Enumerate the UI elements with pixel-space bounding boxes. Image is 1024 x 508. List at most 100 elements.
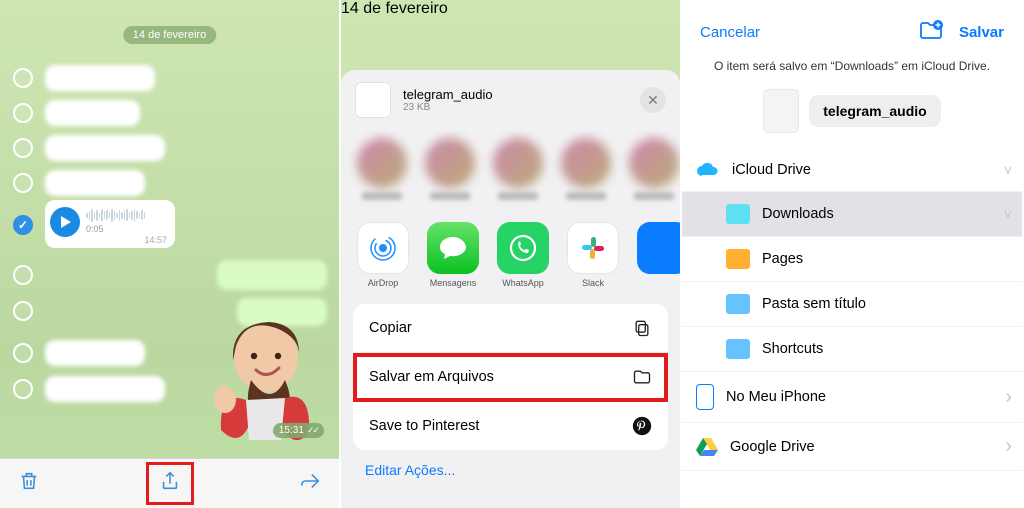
select-radio[interactable] [13,343,33,363]
date-pill: 14 de fevereiro [123,26,216,44]
chevron-right-icon [1005,435,1012,458]
edit-actions-link[interactable]: Editar Ações... [341,450,680,496]
iphone-icon [696,384,714,410]
folder-icon [726,204,750,224]
selection-toolbar [0,458,339,508]
app-more[interactable] [637,222,680,288]
location-downloads[interactable]: Downloads [682,192,1022,237]
voice-duration: 0:05 [86,224,167,234]
cancel-button[interactable]: Cancelar [700,24,760,41]
location-untitled-folder[interactable]: Pasta sem título [682,282,1022,327]
location-label: No Meu iPhone [726,389,826,405]
action-label: Save to Pinterest [369,418,479,434]
icloud-icon [696,161,720,179]
message-time: 14:57 [144,235,167,245]
messages-icon [427,222,479,274]
date-pill: 14 de fevereiro [341,0,680,18]
app-icon-partial [637,222,680,274]
file-name: telegram_audio [403,87,628,102]
folder-icon [726,294,750,314]
folder-icon [632,367,652,387]
play-icon [60,216,72,228]
location-shortcuts[interactable]: Shortcuts [682,327,1022,372]
google-drive-icon [696,437,718,457]
close-button[interactable]: ✕ [640,87,666,113]
app-label: Mensagens [430,278,477,288]
app-label: Slack [582,278,604,288]
location-label: Pasta sem título [762,296,866,312]
save-description: O item será salvo em “Downloads” em iClo… [682,53,1022,79]
select-radio[interactable] [13,68,33,88]
select-radio-checked[interactable] [13,215,33,235]
action-save-to-files[interactable]: Salvar em Arquivos [353,353,668,402]
select-radio[interactable] [13,301,33,321]
msg-bubble-blurred[interactable] [45,340,145,366]
select-radio[interactable] [13,138,33,158]
folder-icon [726,249,750,269]
save-button[interactable]: Salvar [959,24,1004,41]
slack-icon [567,222,619,274]
msg-bubble-blurred[interactable] [45,376,165,402]
msg-bubble-blurred[interactable] [45,100,140,126]
forward-button[interactable] [299,470,321,497]
share-contact[interactable] [493,138,543,200]
filename-input[interactable]: telegram_audio [809,95,940,127]
location-google-drive[interactable]: Google Drive [682,423,1022,471]
app-slack[interactable]: Slack [567,222,619,288]
action-save-pinterest[interactable]: Save to Pinterest [353,402,668,450]
outgoing-time-badge: 15:31 [273,423,324,438]
waveform: 0:05 [86,205,167,234]
share-sheet: telegram_audio 23 KB ✕ AirDrop [341,70,680,508]
folder-icon [726,339,750,359]
share-contact[interactable] [561,138,611,200]
apps-row: AirDrop Mensagens WhatsApp [341,212,680,294]
app-messages[interactable]: Mensagens [427,222,479,288]
msg-bubble-blurred[interactable] [45,170,145,196]
app-airdrop[interactable]: AirDrop [357,222,409,288]
voice-message-bubble[interactable]: 0:05 14:57 [45,200,175,248]
select-radio[interactable] [13,265,33,285]
file-size: 23 KB [403,102,628,113]
location-label: iCloud Drive [732,162,811,178]
telegram-chat-panel: 14 de fevereiro 0:05 [0,0,341,508]
whatsapp-icon [497,222,549,274]
select-radio[interactable] [13,173,33,193]
msg-bubble-blurred[interactable] [45,135,165,161]
new-folder-icon [919,20,943,40]
app-label: WhatsApp [502,278,544,288]
action-label: Copiar [369,320,412,336]
location-icloud-drive[interactable]: iCloud Drive [682,149,1022,192]
app-whatsapp[interactable]: WhatsApp [497,222,549,288]
trash-icon [18,470,40,492]
select-radio[interactable] [13,103,33,123]
new-folder-button[interactable] [919,20,943,45]
location-pages[interactable]: Pages [682,237,1022,282]
chevron-down-icon [1004,206,1012,222]
chevron-right-icon [1005,386,1012,409]
share-sheet-panel: 14 de fevereiro telegram_audio 23 KB ✕ [341,0,682,508]
chevron-down-icon [1004,162,1012,178]
action-copy[interactable]: Copiar [353,304,668,353]
copy-icon [632,318,652,338]
save-dialog-header: Cancelar Salvar [682,0,1022,53]
select-radio[interactable] [13,379,33,399]
file-icon [763,89,799,133]
contacts-row [341,130,680,212]
app-label: AirDrop [368,278,399,288]
play-button[interactable] [50,207,80,237]
share-icon [159,470,181,492]
location-on-my-iphone[interactable]: No Meu iPhone [682,372,1022,423]
share-contact[interactable] [629,138,679,200]
msg-bubble-blurred[interactable] [217,260,327,290]
share-button[interactable] [146,462,194,505]
location-label: Google Drive [730,439,815,455]
save-to-files-panel: Cancelar Salvar O item será salvo em “Do… [682,0,1024,508]
airdrop-icon [357,222,409,274]
share-contact[interactable] [357,138,407,200]
location-label: Downloads [762,206,834,222]
share-contact[interactable] [425,138,475,200]
msg-bubble-blurred[interactable] [45,65,155,91]
action-label: Salvar em Arquivos [369,369,494,385]
file-thumbnail [355,82,391,118]
delete-button[interactable] [18,470,40,497]
